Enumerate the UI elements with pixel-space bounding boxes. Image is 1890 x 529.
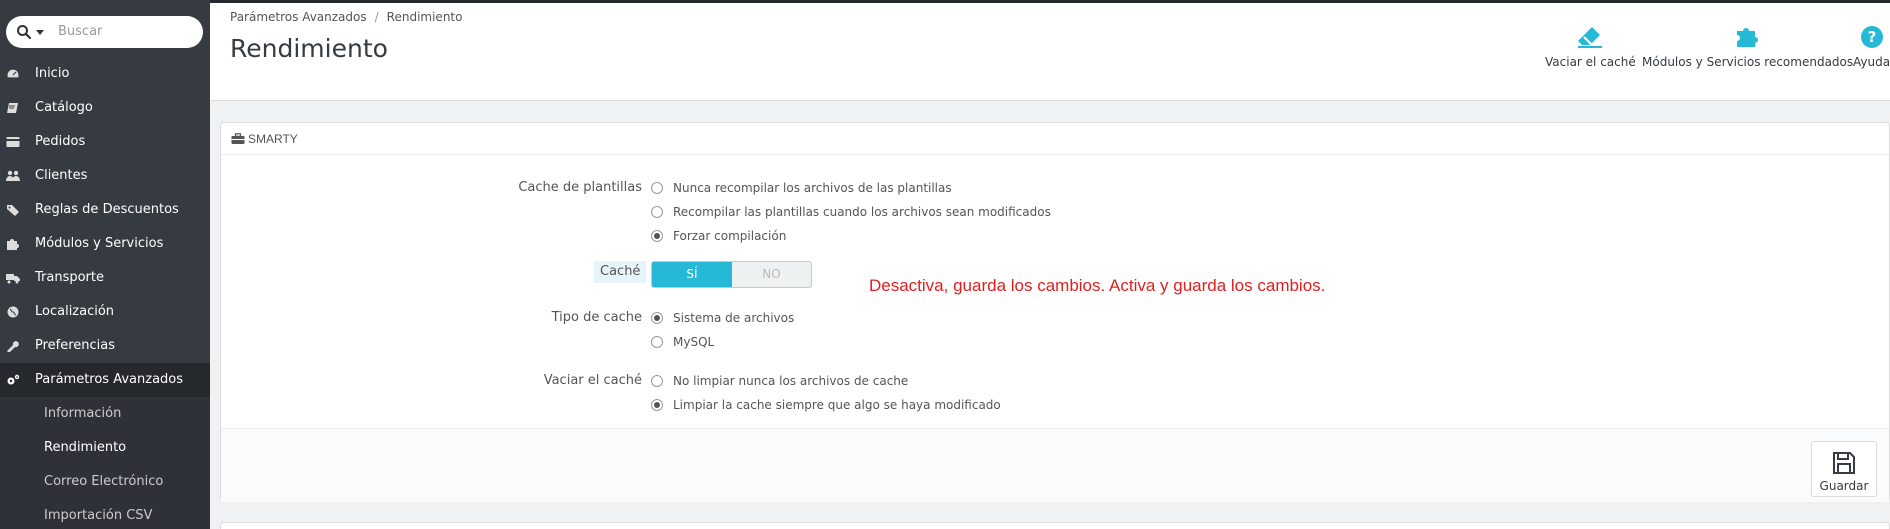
save-label: Guardar (1819, 479, 1869, 493)
radio-label: Limpiar la cache siempre que algo se hay… (673, 398, 1001, 412)
sidebar-item-localizacion[interactable]: Localización (0, 295, 210, 329)
sidebar-item-transporte[interactable]: Transporte (0, 261, 210, 295)
radio-label: No limpiar nunca los archivos de cache (673, 374, 909, 388)
next-panel (220, 522, 1890, 529)
sidebar-item-label: Módulos y Servicios (35, 236, 164, 251)
breadcrumb: Parámetros Avanzados / Rendimiento (230, 10, 462, 24)
sidebar-item-label: Parámetros Avanzados (35, 372, 184, 387)
sidebar-subitem-label: Correo Electrónico (44, 474, 164, 489)
search-icon[interactable] (16, 24, 32, 40)
template-cache-option[interactable]: Recompilar las plantillas cuando los arc… (651, 203, 1051, 221)
cache-type-label: Tipo de cache (551, 310, 642, 325)
sidebar-submenu: Información Rendimiento Correo Electróni… (0, 397, 210, 529)
panel-title: SMARTY (248, 132, 298, 146)
sidebar-item-label: Pedidos (35, 134, 86, 149)
sidebar-subitem-label: Importación CSV (44, 508, 153, 523)
cache-toggle-on[interactable]: SÍ (652, 262, 732, 287)
template-cache-label: Cache de plantillas (518, 180, 642, 195)
cache-toggle-off[interactable]: NO (732, 262, 811, 287)
sidebar-subitem-correo[interactable]: Correo Electrónico (0, 465, 210, 499)
sidebar-item-parametros-avanzados[interactable]: Parámetros Avanzados (0, 363, 210, 397)
svg-text:?: ? (1867, 28, 1876, 46)
sidebar-item-pedidos[interactable]: Pedidos (0, 125, 210, 159)
breadcrumb-separator: / (374, 10, 379, 24)
puzzle-icon (7, 239, 19, 250)
clear-cache-option[interactable]: No limpiar nunca los archivos de cache (651, 372, 908, 390)
cache-toggle[interactable]: SÍ NO (651, 261, 812, 288)
sidebar-item-label: Inicio (35, 66, 70, 81)
dashboard-icon (6, 68, 20, 79)
credit-card-icon (6, 137, 20, 147)
panel-footer: Guardar (221, 428, 1889, 502)
radio-label: Forzar compilación (673, 229, 787, 243)
briefcase-icon (231, 133, 245, 144)
sidebar-item-modulos[interactable]: Módulos y Servicios (0, 227, 210, 261)
search-input[interactable]: Buscar (58, 24, 102, 39)
radio-label: Recompilar las plantillas cuando los arc… (673, 205, 1051, 219)
radio-button[interactable] (651, 182, 663, 194)
sidebar-subitem-importacion-csv[interactable]: Importación CSV (0, 499, 210, 529)
save-button[interactable]: Guardar (1811, 441, 1877, 497)
sidebar-item-inicio[interactable]: Inicio (0, 57, 210, 91)
radio-label: MySQL (673, 335, 715, 349)
radio-button[interactable] (651, 230, 663, 242)
template-cache-option[interactable]: Forzar compilación (651, 227, 786, 245)
sidebar-item-label: Preferencias (35, 338, 116, 353)
cache-type-option[interactable]: Sistema de archivos (651, 309, 794, 327)
sidebar-item-label: Transporte (35, 270, 104, 285)
radio-label: Sistema de archivos (673, 311, 795, 325)
sidebar-item-preferencias[interactable]: Preferencias (0, 329, 210, 363)
clear-cache-label: Vaciar el caché (1545, 55, 1636, 69)
cogs-icon (7, 374, 20, 385)
recommended-modules-label: Módulos y Servicios recomendados (1642, 55, 1854, 69)
radio-button[interactable] (651, 206, 663, 218)
sidebar-subitem-informacion[interactable]: Información (0, 397, 210, 431)
help-label: Ayuda (1853, 55, 1890, 69)
sidebar-item-clientes[interactable]: Clientes (0, 159, 210, 193)
cache-label: Caché (594, 261, 647, 283)
help-button[interactable]: ? Ayuda (1853, 25, 1890, 69)
eraser-icon (1578, 27, 1603, 48)
sidebar-item-label: Clientes (35, 168, 88, 183)
breadcrumb-item[interactable]: Parámetros Avanzados (230, 10, 367, 24)
page-header: Parámetros Avanzados / Rendimiento Rendimi… (210, 3, 1890, 101)
panel-heading: SMARTY (221, 123, 1889, 155)
puzzle-icon (1736, 28, 1758, 47)
tags-icon (7, 205, 19, 216)
wrench-icon (7, 341, 19, 352)
radio-button[interactable] (651, 375, 663, 387)
smarty-panel: SMARTY Cache de plantillas Nunca recompi… (220, 122, 1890, 502)
sidebar: Buscar Inicio Catálogo Pedidos Clientes … (0, 0, 210, 529)
clear-cache-option-label: Vaciar el caché (543, 373, 642, 388)
radio-button[interactable] (651, 399, 663, 411)
radio-button[interactable] (651, 312, 663, 324)
clear-cache-option[interactable]: Limpiar la cache siempre que algo se hay… (651, 396, 1001, 414)
page-title: Rendimiento (230, 34, 388, 63)
radio-label: Nunca recompilar los archivos de las pla… (673, 181, 952, 195)
sidebar-subitem-label: Rendimiento (44, 440, 127, 455)
truck-icon (6, 274, 20, 284)
cache-type-option[interactable]: MySQL (651, 333, 714, 351)
sidebar-subitem-label: Información (44, 406, 122, 421)
sidebar-item-label: Catálogo (35, 100, 93, 115)
floppy-disk-icon (1833, 452, 1855, 474)
sidebar-item-label: Localización (35, 304, 115, 319)
sidebar-item-reglas-descuentos[interactable]: Reglas de Descuentos (0, 193, 210, 227)
search-box[interactable]: Buscar (6, 16, 203, 48)
radio-button[interactable] (651, 336, 663, 348)
clear-cache-button[interactable]: Vaciar el caché (1545, 25, 1636, 69)
template-cache-option[interactable]: Nunca recompilar los archivos de las pla… (651, 179, 952, 197)
sidebar-item-catalogo[interactable]: Catálogo (0, 91, 210, 125)
globe-icon (7, 306, 19, 318)
sidebar-item-label: Reglas de Descuentos (35, 202, 179, 217)
annotation-note: Desactiva, guarda los cambios. Activa y … (869, 276, 1326, 295)
sidebar-menu: Inicio Catálogo Pedidos Clientes Reglas … (0, 57, 210, 529)
help-icon: ? (1860, 26, 1883, 48)
breadcrumb-item: Rendimiento (386, 10, 463, 24)
recommended-modules-button[interactable]: Módulos y Servicios recomendados (1642, 25, 1853, 69)
sidebar-subitem-rendimiento[interactable]: Rendimiento (0, 431, 210, 465)
users-icon (6, 170, 20, 181)
search-dropdown-caret-icon[interactable] (36, 30, 44, 35)
book-icon (7, 103, 18, 113)
